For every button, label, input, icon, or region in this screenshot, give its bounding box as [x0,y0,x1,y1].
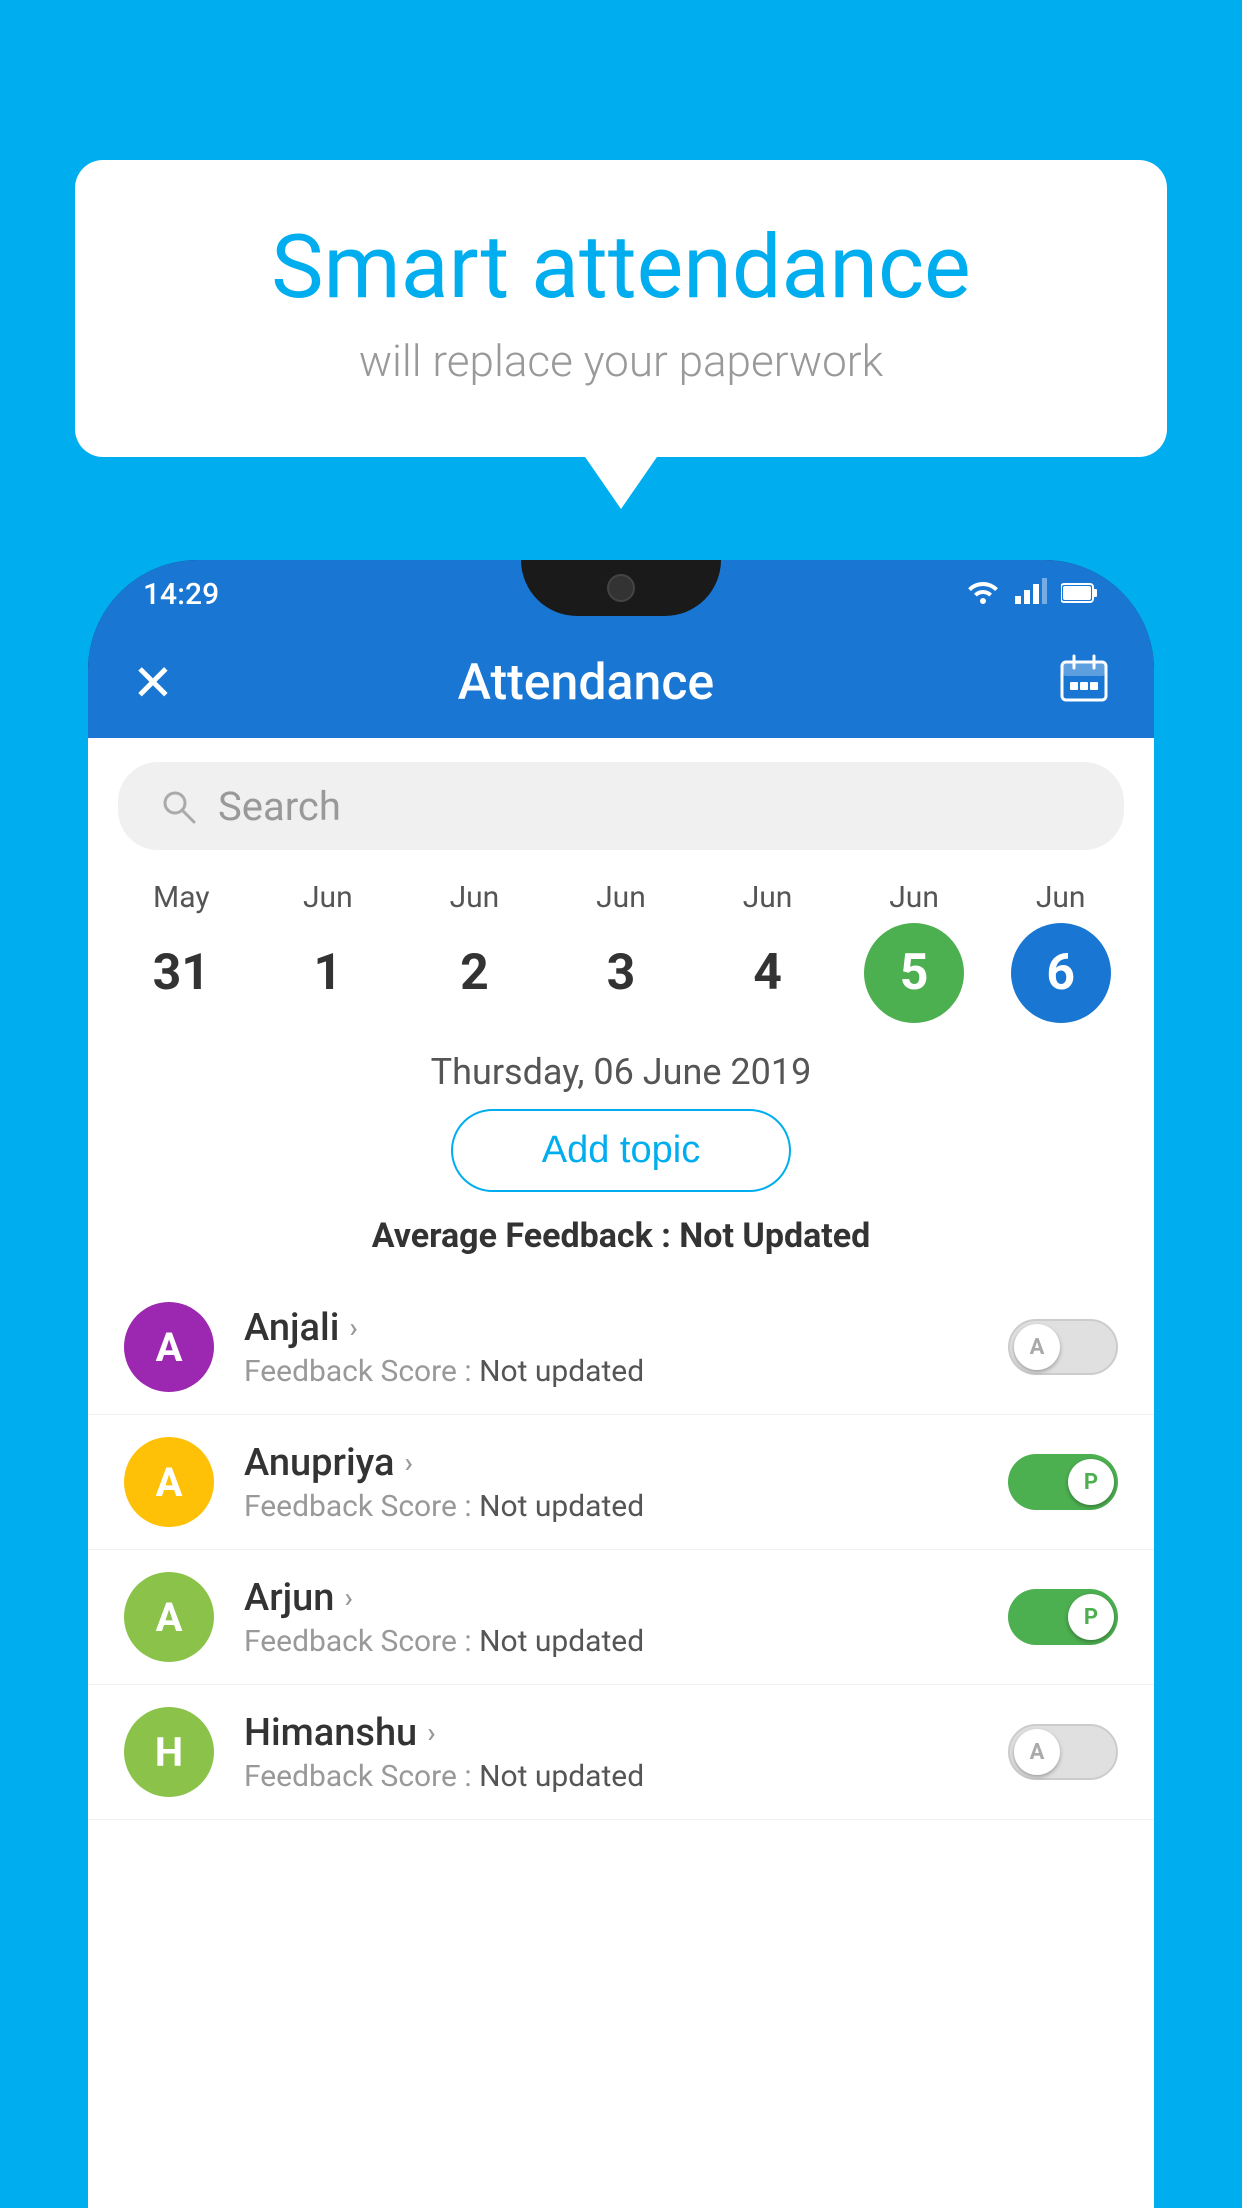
student-item[interactable]: H Himanshu › Feedback Score : Not updatedA [88,1685,1154,1820]
status-bar: 14:29 [88,560,1154,628]
cal-date-number: 31 [131,923,231,1023]
attendance-toggle[interactable]: A [1008,1724,1118,1780]
avatar: A [124,1437,214,1527]
student-item[interactable]: A Anupriya › Feedback Score : Not updated P [88,1415,1154,1550]
phone-notch [521,560,721,616]
student-name: Anupriya › [244,1441,1008,1485]
calendar-day[interactable]: Jun 6 [996,880,1126,1023]
cal-date-number: 2 [424,923,524,1023]
chevron-icon: › [427,1716,435,1749]
toggle-thumb: A [1014,1729,1060,1775]
chevron-icon: › [344,1581,352,1614]
status-icons [965,577,1099,612]
student-info: Himanshu › Feedback Score : Not updated [244,1711,1008,1794]
toggle-wrapper: A [1008,1319,1118,1375]
search-placeholder: Search [218,783,341,830]
student-name: Arjun › [244,1576,1008,1620]
wifi-icon [965,577,1001,612]
toggle-wrapper: P [1008,1589,1118,1645]
signal-icon [1015,577,1047,612]
time-display: 14:29 [143,577,219,612]
attendance-toggle[interactable]: A [1008,1319,1118,1375]
cal-month-label: Jun [1036,880,1086,915]
student-info: Anupriya › Feedback Score : Not updated [244,1441,1008,1524]
cal-date-number: 6 [1011,923,1111,1023]
student-item[interactable]: A Arjun › Feedback Score : Not updated P [88,1550,1154,1685]
student-list: AAnjali ›Feedback Score : Not updatedAAA… [88,1280,1154,1820]
calendar-day[interactable]: May 31 [116,880,246,1023]
calendar-day[interactable]: Jun 2 [409,880,539,1023]
avg-feedback-label: Average Feedback : [372,1216,680,1256]
attendance-toggle[interactable]: P [1008,1454,1118,1510]
camera [607,574,635,602]
app-bar: ✕ Attendance [88,628,1154,738]
calendar-strip: May 31 Jun 1 Jun 2 Jun 3 Jun 4 Jun 5 Jun 6 [88,870,1154,1023]
avg-feedback-value: Not Updated [679,1216,870,1256]
cal-month-label: Jun [743,880,793,915]
phone-frame: 14:29 [88,560,1154,2208]
toggle-thumb: P [1068,1459,1114,1505]
speech-subtitle: will replace your paperwork [155,335,1087,387]
feedback-score: Feedback Score : Not updated [244,1624,1008,1659]
attendance-toggle[interactable]: P [1008,1589,1118,1645]
calendar-day[interactable]: Jun 4 [703,880,833,1023]
speech-title: Smart attendance [155,220,1087,317]
avatar: A [124,1302,214,1392]
calendar-day[interactable]: Jun 1 [263,880,393,1023]
toggle-thumb: A [1014,1324,1060,1370]
selected-date-heading: Thursday, 06 June 2019 [88,1051,1154,1093]
add-topic-button[interactable]: Add topic [451,1109,791,1192]
avg-feedback: Average Feedback : Not Updated [88,1216,1154,1256]
chevron-icon: › [404,1446,412,1479]
cal-month-label: Jun [450,880,500,915]
speech-bubble-container: Smart attendance will replace your paper… [75,160,1167,457]
search-icon [158,786,198,826]
search-bar[interactable]: Search [118,762,1124,850]
cal-date-number: 1 [278,923,378,1023]
app-title: Attendance [114,654,1058,712]
calendar-button[interactable] [1058,652,1110,715]
battery-icon [1061,577,1099,612]
toggle-wrapper: P [1008,1454,1118,1510]
cal-date-number: 3 [571,923,671,1023]
chevron-icon: › [349,1311,357,1344]
cal-month-label: Jun [889,880,939,915]
student-name: Himanshu › [244,1711,1008,1755]
toggle-wrapper: A [1008,1724,1118,1780]
avatar: H [124,1707,214,1797]
feedback-score: Feedback Score : Not updated [244,1489,1008,1524]
student-info: Anjali › Feedback Score : Not updated [244,1306,1008,1389]
cal-month-label: Jun [303,880,353,915]
feedback-score: Feedback Score : Not updated [244,1759,1008,1794]
student-name: Anjali › [244,1306,1008,1350]
toggle-thumb: P [1068,1594,1114,1640]
calendar-day[interactable]: Jun 3 [556,880,686,1023]
calendar-day[interactable]: Jun 5 [849,880,979,1023]
cal-date-number: 4 [718,923,818,1023]
student-item[interactable]: AAnjali ›Feedback Score : Not updatedA [88,1280,1154,1415]
student-info: Arjun › Feedback Score : Not updated [244,1576,1008,1659]
cal-month-label: Jun [596,880,646,915]
avatar: A [124,1572,214,1662]
feedback-score: Feedback Score : Not updated [244,1354,1008,1389]
speech-bubble: Smart attendance will replace your paper… [75,160,1167,457]
phone-content: Search May 31 Jun 1 Jun 2 Jun 3 Jun 4 Jun 5 Jun 6 Thu… [88,738,1154,2208]
cal-month-label: May [153,880,209,915]
cal-date-number: 5 [864,923,964,1023]
